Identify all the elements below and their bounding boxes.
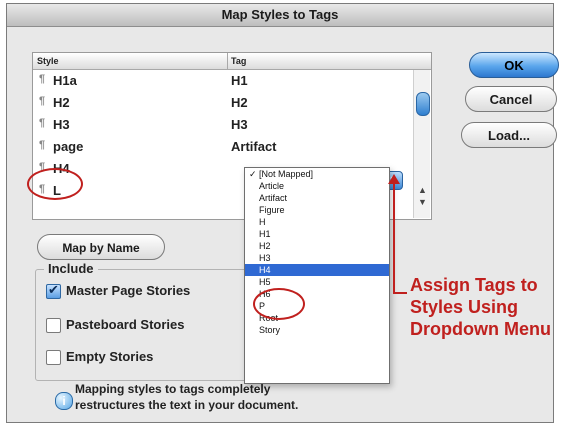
menu-item-label: [Not Mapped]	[259, 169, 314, 179]
tag-name: H3	[231, 117, 248, 132]
style-name: H3	[53, 117, 70, 132]
paragraph-style-icon: ¶	[39, 139, 46, 151]
info-text: Mapping styles to tags completely restru…	[75, 381, 395, 413]
include-label: Include	[44, 261, 98, 276]
annotation-text: Assign Tags to Styles Using Dropdown Men…	[410, 275, 551, 339]
menu-item-label: H4	[259, 265, 271, 275]
empty-stories-label: Empty Stories	[66, 349, 154, 364]
menu-item-label: Figure	[259, 205, 285, 215]
style-column-header[interactable]: Style	[37, 53, 228, 69]
info-icon: i	[55, 392, 73, 410]
menu-item-label: H5	[259, 277, 271, 287]
master-page-stories-label: Master Page Stories	[66, 283, 191, 298]
menu-item-label: Artifact	[259, 193, 288, 203]
menu-item-label: H	[259, 217, 266, 227]
table-row[interactable]: ¶ H3 H3	[33, 114, 413, 136]
table-row[interactable]: ¶ H1a H1	[33, 70, 413, 92]
load-button[interactable]: Load...	[461, 122, 557, 148]
ok-button[interactable]: OK	[469, 52, 559, 78]
tag-column-header[interactable]: Tag	[231, 53, 381, 69]
master-page-stories-checkbox[interactable]	[46, 282, 61, 299]
menu-item-not-mapped[interactable]: ✓ [Not Mapped]	[245, 168, 389, 180]
stage: Map Styles to Tags Style Tag ¶ H1a H1 ¶ …	[0, 0, 562, 426]
scroll-down-arrow-icon[interactable]: ▼	[418, 198, 427, 207]
scrollbar-thumb[interactable]	[416, 92, 430, 116]
menu-h4-highlight-oval	[253, 288, 305, 320]
menu-item-article[interactable]: Article	[245, 180, 389, 192]
menu-item-label: H3	[259, 253, 271, 263]
style-name: H2	[53, 95, 70, 110]
menu-item-label: Story	[259, 325, 281, 335]
cancel-button[interactable]: Cancel	[465, 86, 557, 112]
paragraph-style-icon: ¶	[39, 95, 46, 107]
menu-item-h4[interactable]: H4	[245, 264, 389, 276]
menu-item-h3[interactable]: H3	[245, 252, 389, 264]
menu-item-h5[interactable]: H5	[245, 276, 389, 288]
annotation-line	[393, 180, 395, 292]
map-styles-dialog: Map Styles to Tags Style Tag ¶ H1a H1 ¶ …	[6, 3, 559, 423]
menu-item-figure[interactable]: Figure	[245, 204, 389, 216]
menu-item-story[interactable]: Story	[245, 324, 389, 336]
annotation-line	[393, 292, 407, 294]
paragraph-style-icon: ¶	[39, 117, 46, 129]
table-row[interactable]: ¶ page Artifact	[33, 136, 413, 158]
menu-item-h[interactable]: H	[245, 216, 389, 228]
scroll-up-arrow-icon[interactable]: ▲	[418, 186, 427, 195]
tag-name: H1	[231, 73, 248, 88]
include-group: Include Master Page Stories Pasteboard S…	[35, 261, 247, 381]
menu-item-h1[interactable]: H1	[245, 228, 389, 240]
menu-item-artifact[interactable]: Artifact	[245, 192, 389, 204]
annotation-arrow-icon	[388, 174, 400, 184]
style-name: page	[53, 139, 84, 154]
tag-dropdown-menu[interactable]: ✓ [Not Mapped] Article Artifact Figure H…	[244, 167, 390, 384]
pasteboard-stories-checkbox[interactable]	[46, 318, 61, 333]
table-row[interactable]: ¶ H2 H2	[33, 92, 413, 114]
empty-stories-checkbox[interactable]	[46, 350, 61, 365]
tag-name: Artifact	[231, 139, 277, 154]
menu-item-label: H2	[259, 241, 271, 251]
table-header: Style Tag	[33, 53, 431, 70]
checkmark-icon: ✓	[249, 169, 257, 179]
pasteboard-stories-label: Pasteboard Stories	[66, 317, 185, 332]
menu-item-h2[interactable]: H2	[245, 240, 389, 252]
menu-item-label: H1	[259, 229, 271, 239]
map-by-name-button[interactable]: Map by Name	[37, 234, 165, 260]
menu-item-label: Article	[259, 181, 285, 191]
paragraph-style-icon: ¶	[39, 73, 46, 85]
table-scrollbar[interactable]: ▲ ▼	[413, 70, 430, 218]
window-title: Map Styles to Tags	[221, 7, 339, 22]
info-text-line: restructures the text in your document.	[75, 398, 299, 412]
tag-name: H2	[231, 95, 248, 110]
h4-highlight-oval	[27, 168, 83, 200]
window-titlebar[interactable]: Map Styles to Tags	[7, 4, 553, 27]
style-name: H1a	[53, 73, 77, 88]
